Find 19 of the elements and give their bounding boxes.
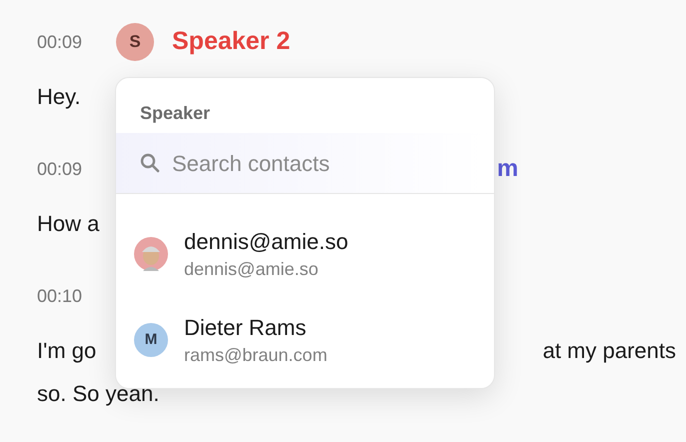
popup-title: Speaker [140, 102, 212, 125]
speaker-name[interactable]: m [497, 151, 518, 187]
transcript-text: I'm go [37, 337, 96, 365]
contact-email: rams@braun.com [184, 344, 328, 367]
contact-name: dennis@amie.so [184, 228, 348, 256]
avatar: M [134, 323, 168, 357]
contact-name: Dieter Rams [184, 314, 308, 342]
search-field[interactable]: Search contacts [116, 133, 494, 193]
transcript-text: Hey. [37, 83, 81, 111]
search-input[interactable]: Search contacts [172, 146, 452, 180]
speaker-name[interactable]: Speaker 2 [172, 23, 290, 61]
transcript-text: How a [37, 210, 100, 238]
timestamp: 00:10 [37, 284, 84, 308]
search-icon [140, 153, 160, 173]
timestamp: 00:09 [37, 158, 84, 180]
transcript-text: at my parents [542, 337, 676, 365]
speaker-avatar[interactable]: S [116, 23, 154, 61]
contact-email: dennis@amie.so [184, 258, 320, 281]
timestamp: 00:09 [37, 30, 84, 54]
